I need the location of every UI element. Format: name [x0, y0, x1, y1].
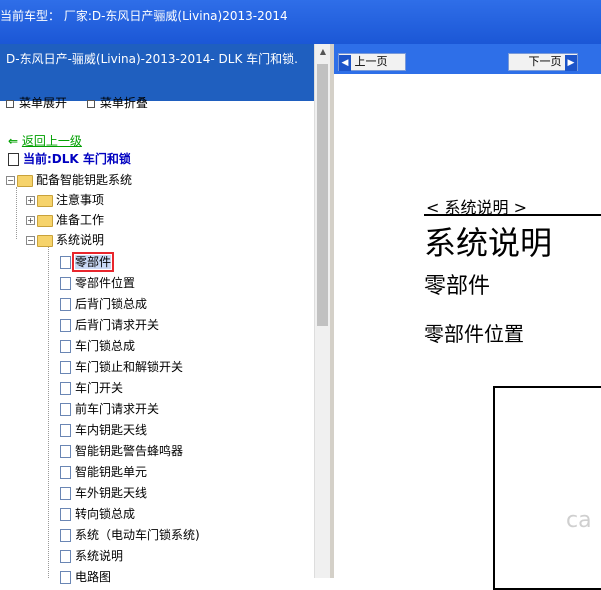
left-panel-header: D-东风日产-骊威(Livina)-2013-2014- DLK 车门和锁. — [0, 44, 314, 101]
tree-scrollbar[interactable]: ▲ — [314, 44, 331, 578]
collapse-icon[interactable]: − — [6, 176, 15, 185]
tree-item[interactable]: 零部件位置 — [60, 275, 135, 292]
heading-parts: 零部件 — [424, 274, 491, 299]
left-panel: D-东风日产-骊威(Livina)-2013-2014- DLK 车门和锁. 菜… — [0, 44, 331, 584]
next-page-button[interactable]: 下一页 ▶ — [508, 53, 578, 71]
page-icon — [60, 277, 71, 290]
section-divider — [424, 214, 601, 216]
page-icon — [60, 424, 71, 437]
tree-item[interactable]: 智能钥匙单元 — [60, 464, 147, 481]
page-nav-bar: ◀ 上一页 下一页 ▶ — [334, 44, 601, 74]
tree-folder[interactable]: + 准备工作 — [26, 212, 104, 229]
page-icon — [60, 466, 71, 479]
tree-item[interactable]: 后背门锁总成 — [60, 296, 147, 313]
collapse-icon[interactable]: − — [26, 236, 35, 245]
prev-page-button[interactable]: ◀ 上一页 — [338, 53, 406, 71]
tree-item[interactable]: 转向锁总成 — [60, 506, 135, 523]
left-arrow-icon: ◀ — [339, 55, 351, 71]
tree-item[interactable]: 车外钥匙天线 — [60, 485, 147, 502]
folder-open-icon — [37, 234, 53, 247]
expand-collapse-bar: 菜单展开 菜单折叠 — [6, 94, 164, 111]
expand-icon[interactable]: + — [26, 196, 35, 205]
page-icon — [60, 256, 71, 269]
page-icon — [60, 403, 71, 416]
collapse-all-button[interactable]: 菜单折叠 — [86, 96, 156, 110]
tree-root[interactable]: − 配备智能钥匙系统 — [6, 172, 132, 189]
scroll-up-arrow-icon[interactable]: ▲ — [315, 44, 331, 60]
document-content: < 系统说明 > 系统说明 零部件 零部件位置 ca — [334, 74, 601, 590]
tree-folder[interactable]: − 系统说明 — [26, 232, 104, 249]
tree-item[interactable]: 智能钥匙警告蜂鸣器 — [60, 443, 183, 460]
page-icon — [60, 529, 71, 542]
scroll-thumb[interactable] — [317, 64, 328, 326]
expand-icon[interactable]: + — [26, 216, 35, 225]
document-panel: ◀ 上一页 下一页 ▶ < 系统说明 > 系统说明 零部件 零部件位置 ca — [334, 44, 601, 590]
tree-item[interactable]: 系统（电动车门锁系统) — [60, 527, 200, 544]
square-icon — [6, 99, 14, 108]
page-icon — [60, 445, 71, 458]
tree-item[interactable]: 车内钥匙天线 — [60, 422, 147, 439]
tree-item-selected[interactable]: 零部件 — [60, 252, 115, 272]
square-icon — [86, 99, 95, 108]
page-icon — [60, 487, 71, 500]
page-icon — [60, 382, 71, 395]
tree-item[interactable]: 系统说明 — [60, 548, 123, 565]
folder-icon — [37, 194, 53, 207]
section-title: 系统说明 — [424, 224, 553, 262]
page-icon — [60, 340, 71, 353]
vehicle-title: 当前车型： 厂家:D-东风日产骊威(Livina)2013-2014 — [0, 9, 288, 23]
page-icon — [60, 319, 71, 332]
expand-all-button[interactable]: 菜单展开 — [6, 96, 75, 110]
page-icon — [60, 361, 71, 374]
tree-item[interactable]: 车门锁总成 — [60, 338, 135, 355]
title-bar: 当前车型： 厂家:D-东风日产骊威(Livina)2013-2014 — [0, 0, 601, 44]
page-icon — [60, 508, 71, 521]
page-icon — [60, 550, 71, 563]
right-arrow-icon: ▶ — [565, 55, 577, 71]
back-arrow-icon: ⇐ — [8, 134, 19, 148]
folder-open-icon — [17, 174, 33, 187]
diagram-frame — [493, 386, 601, 590]
tree-item[interactable]: 车门开关 — [60, 380, 123, 397]
tree-item[interactable]: 前车门请求开关 — [60, 401, 159, 418]
tree-item[interactable]: 车门锁止和解锁开关 — [60, 359, 183, 376]
current-location: 当前:DLK 车门和锁 — [8, 151, 131, 168]
back-link[interactable]: ⇐ 返回上一级 — [8, 133, 82, 150]
page-icon — [8, 153, 19, 166]
folder-icon — [37, 214, 53, 227]
page-icon — [60, 298, 71, 311]
tree-item[interactable]: 后背门请求开关 — [60, 317, 159, 334]
heading-parts-position: 零部件位置 — [424, 322, 524, 346]
tree-folder[interactable]: + 注意事项 — [26, 192, 104, 209]
watermark: ca — [566, 508, 592, 533]
